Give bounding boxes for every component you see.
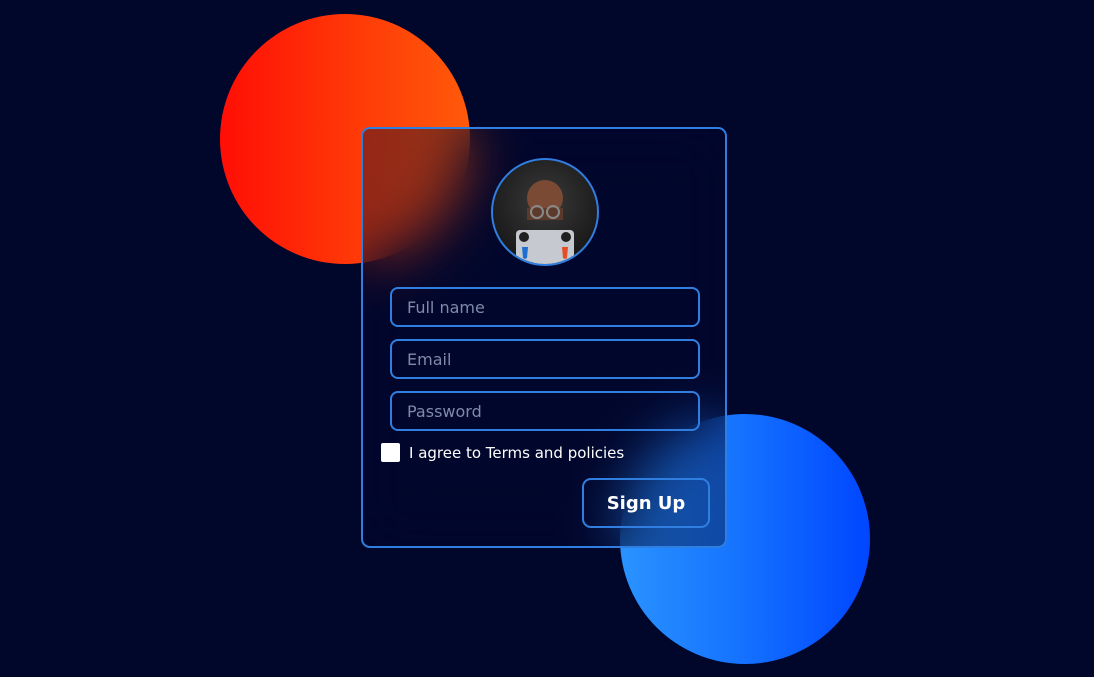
avatar xyxy=(491,158,599,266)
terms-checkbox[interactable] xyxy=(381,443,400,462)
email-input[interactable] xyxy=(390,339,700,379)
sign-up-button[interactable]: Sign Up xyxy=(582,478,710,528)
terms-label: I agree to Terms and policies xyxy=(409,443,625,462)
terms-row[interactable]: I agree to Terms and policies xyxy=(381,443,624,462)
avatar-icon xyxy=(516,180,574,264)
full-name-input[interactable] xyxy=(390,287,700,327)
password-input[interactable] xyxy=(390,391,700,431)
signup-card: I agree to Terms and policies Sign Up xyxy=(361,127,727,548)
